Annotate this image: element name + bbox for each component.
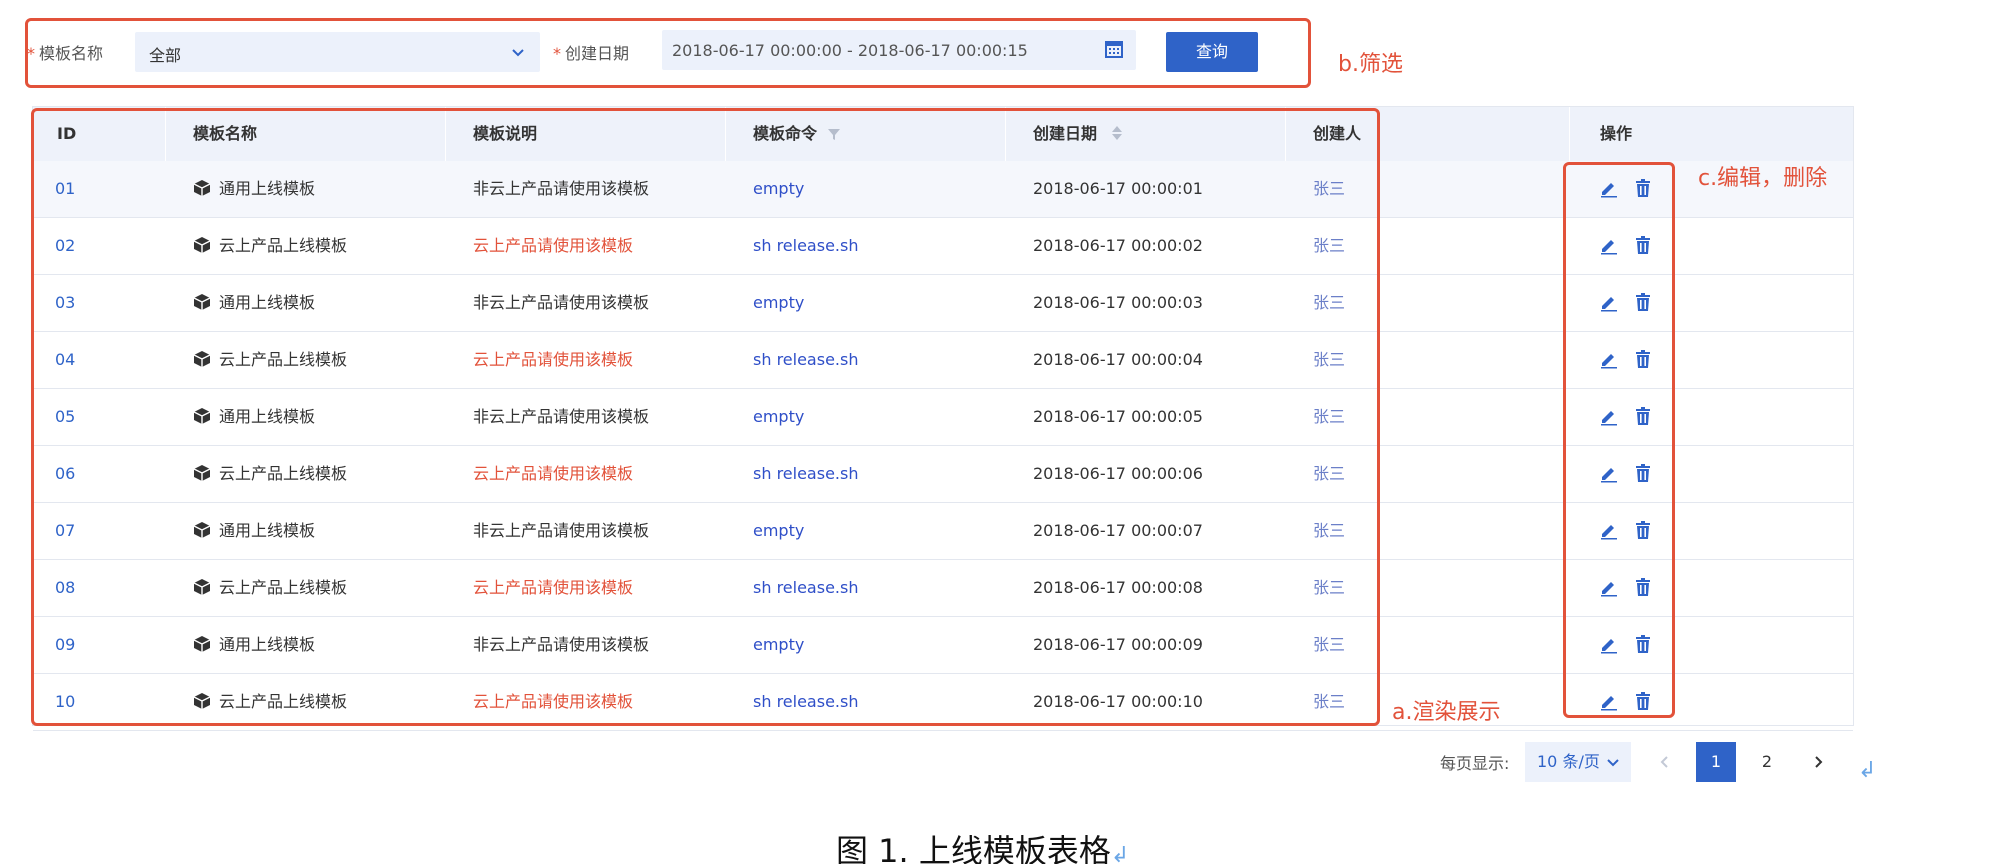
filter-annotation-box <box>25 18 1311 88</box>
per-page-select[interactable]: 10 条/页 <box>1525 742 1631 782</box>
next-page-icon[interactable] <box>1808 752 1828 772</box>
filter-annotation-label: b.筛选 <box>1338 52 1403 77</box>
page-2-button[interactable]: 2 <box>1747 742 1787 782</box>
ops-annotation-box <box>1563 162 1675 718</box>
header-ops: 操作 <box>1600 124 1633 143</box>
render-annotation-label: a.渲染展示 <box>1392 700 1501 725</box>
return-mark: ↲ <box>1858 758 1877 783</box>
chevron-down-icon <box>1607 759 1619 767</box>
ops-annotation-label: c.编辑，删除 <box>1698 166 1828 191</box>
render-annotation-box <box>31 108 1380 726</box>
header-divider <box>1569 107 1570 161</box>
page-1-button[interactable]: 1 <box>1696 742 1736 782</box>
per-page-label: 每页显示: <box>1440 754 1510 773</box>
per-page-value: 10 条/页 <box>1537 752 1600 771</box>
prev-page-icon[interactable] <box>1655 752 1675 772</box>
figure-caption: 图 1. 上线模板表格↲ <box>836 832 1130 864</box>
